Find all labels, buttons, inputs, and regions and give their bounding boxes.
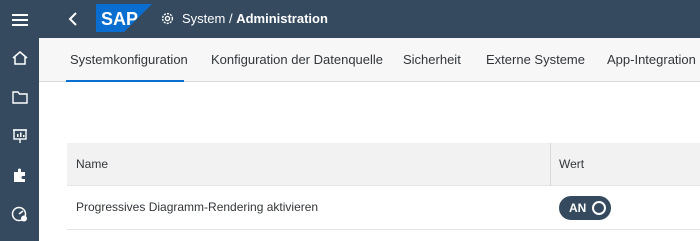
column-header-name: Name: [76, 157, 109, 171]
files-button[interactable]: [0, 77, 39, 117]
system-monitor-button[interactable]: [0, 194, 39, 234]
page-title-prefix: System /: [182, 11, 237, 26]
shell-header: SAP System / Administration: [39, 0, 700, 38]
column-separator: [550, 143, 551, 186]
dashboard-icon: [11, 206, 27, 222]
gear-icon: [161, 12, 174, 25]
home-icon: [12, 51, 27, 65]
table-header: [67, 143, 700, 186]
tab-externe-systeme[interactable]: Externe Systeme: [486, 52, 585, 68]
stories-button[interactable]: [0, 116, 39, 156]
menu-button[interactable]: [0, 0, 39, 40]
page-title: System / Administration: [182, 11, 328, 27]
svg-text:SAP: SAP: [101, 9, 138, 29]
sap-logo[interactable]: SAP: [96, 4, 152, 32]
home-button[interactable]: [0, 38, 39, 78]
toggle-switch[interactable]: AN: [559, 196, 611, 220]
folder-icon: [11, 91, 28, 104]
menu-icon: [11, 14, 28, 26]
puzzle-icon: [13, 168, 25, 182]
side-navigation: [0, 0, 39, 241]
active-tab-indicator: [66, 80, 184, 82]
tab-systemkonfiguration[interactable]: Systemkonfiguration: [70, 52, 188, 68]
applications-button[interactable]: [0, 155, 39, 195]
tab-bar: Systemkonfiguration Konfiguration der Da…: [39, 38, 700, 82]
page-title-strong: Administration: [236, 11, 328, 26]
tab-sicherheit[interactable]: Sicherheit: [403, 52, 461, 68]
toggle-knob: [592, 201, 606, 215]
back-button[interactable]: [63, 9, 83, 29]
presentation-icon: [12, 129, 27, 143]
tab-datenquelle[interactable]: Konfiguration der Datenquelle: [211, 52, 383, 68]
toggle-label: AN: [569, 201, 587, 215]
setting-name: Progressives Diagramm-Rendering aktivier…: [76, 200, 319, 214]
tab-app-integration[interactable]: App-Integration: [607, 52, 696, 68]
column-header-value: Wert: [559, 157, 585, 171]
chevron-left-icon: [68, 12, 77, 26]
